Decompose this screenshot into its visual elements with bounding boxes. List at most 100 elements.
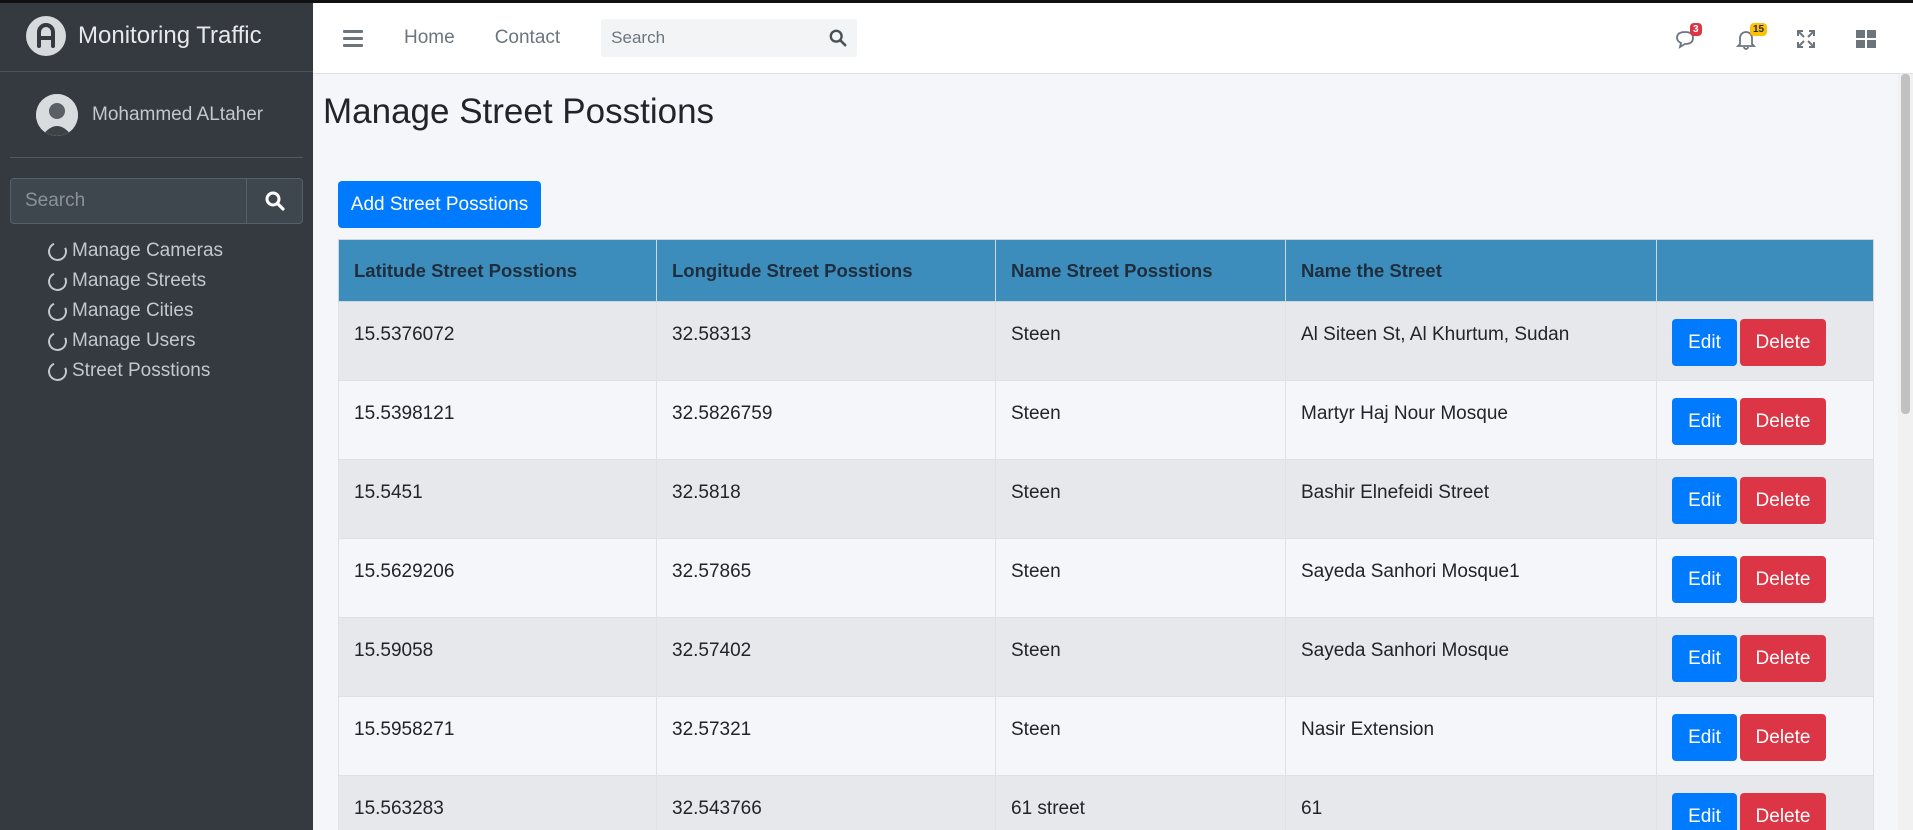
posstion-name-cell: Steen — [995, 696, 1286, 776]
posstion-name-cell: Steen — [995, 301, 1286, 381]
messages-badge: 3 — [1690, 23, 1702, 36]
actions-cell: Edit Delete — [1656, 301, 1874, 381]
actions-cell: Edit Delete — [1656, 380, 1874, 460]
sidebar-search-button[interactable] — [246, 179, 302, 223]
circle-icon — [45, 238, 70, 264]
user-panel[interactable]: Mohammed ALtaher — [10, 72, 303, 158]
scrollbar-thumb[interactable] — [1901, 74, 1910, 414]
top-navbar: Home Contact Search 3 15 — [313, 3, 1913, 74]
latitude-cell: 15.5398121 — [338, 380, 657, 460]
edit-button[interactable]: Edit — [1672, 477, 1737, 524]
control-sidebar-button[interactable] — [1836, 3, 1896, 74]
sidebar-item-manage-cities[interactable]: Manage Cities — [45, 296, 313, 326]
column-header-latitude: Latitude Street Posstions — [338, 239, 657, 302]
edit-button[interactable]: Edit — [1672, 635, 1737, 682]
messages-button[interactable]: 3 — [1656, 3, 1716, 74]
sidebar-item-label: Manage Streets — [72, 270, 207, 291]
street-name-cell: Al Siteen St, Al Khurtum, Sudan — [1285, 301, 1657, 381]
search-icon — [265, 191, 285, 211]
table-row: 15.5398121 32.5826759 Steen Martyr Haj Nour… — [338, 380, 1874, 460]
longitude-cell: 32.58313 — [656, 301, 996, 381]
notifications-badge: 15 — [1750, 23, 1768, 36]
longitude-cell: 32.543766 — [656, 775, 996, 830]
expand-icon — [1797, 29, 1815, 48]
add-street-posstions-button[interactable]: Add Street Posstions — [338, 181, 541, 228]
sidebar-item-label: Manage Cities — [72, 300, 194, 321]
column-header-actions — [1656, 239, 1874, 302]
table-row: 15.5451 32.5818 Steen Bashir Elnefeidi Stre… — [338, 459, 1874, 539]
posstion-name-cell: 61 street — [995, 775, 1286, 830]
table-row: 15.5958271 32.57321 Steen Nasir Extension Ed… — [338, 696, 1874, 776]
latitude-cell: 15.5451 — [338, 459, 657, 539]
sidebar-menu: Manage Cameras Manage Streets Manage Cit… — [0, 236, 313, 386]
edit-button[interactable]: Edit — [1672, 398, 1737, 445]
actions-cell: Edit Delete — [1656, 459, 1874, 539]
street-name-cell: Bashir Elnefeidi Street — [1285, 459, 1657, 539]
latitude-cell: 15.5376072 — [338, 301, 657, 381]
actions-cell: Edit Delete — [1656, 538, 1874, 618]
sidebar: Monitoring Traffic Mohammed ALtaher Sear… — [0, 0, 313, 830]
longitude-cell: 32.57865 — [656, 538, 996, 618]
longitude-cell: 32.5818 — [656, 459, 996, 539]
app-title: Monitoring Traffic — [78, 21, 262, 49]
delete-button[interactable]: Delete — [1740, 556, 1826, 603]
notifications-button[interactable]: 15 — [1716, 3, 1776, 74]
latitude-cell: 15.59058 — [338, 617, 657, 697]
table-row: 15.59058 32.57402 Steen Sayeda Sanhori Mosq… — [338, 617, 1874, 697]
posstion-name-cell: Steen — [995, 459, 1286, 539]
actions-cell: Edit Delete — [1656, 775, 1874, 830]
search-icon[interactable] — [829, 29, 847, 47]
edit-button[interactable]: Edit — [1672, 793, 1737, 830]
latitude-cell: 15.5958271 — [338, 696, 657, 776]
street-name-cell: Nasir Extension — [1285, 696, 1657, 776]
street-name-cell: Sayeda Sanhori Mosque1 — [1285, 538, 1657, 618]
edit-button[interactable]: Edit — [1672, 714, 1737, 761]
column-header-name-posstion: Name Street Posstions — [995, 239, 1286, 302]
actions-cell: Edit Delete — [1656, 696, 1874, 776]
sidebar-item-manage-cameras[interactable]: Manage Cameras — [45, 236, 313, 266]
nav-home-link[interactable]: Home — [404, 27, 455, 49]
table-row: 15.563283 32.543766 61 street 61 Edit Delete — [338, 775, 1874, 830]
delete-button[interactable]: Delete — [1740, 714, 1826, 761]
circle-icon — [45, 268, 70, 294]
delete-button[interactable]: Delete — [1740, 398, 1826, 445]
actions-cell: Edit Delete — [1656, 617, 1874, 697]
circle-icon — [45, 328, 70, 354]
avatar — [36, 93, 78, 136]
navbar-search-input[interactable]: Search — [611, 28, 665, 48]
street-name-cell: Martyr Haj Nour Mosque — [1285, 380, 1657, 460]
sidebar-item-manage-streets[interactable]: Manage Streets — [45, 266, 313, 296]
page-title: Manage Street Posstions — [323, 92, 715, 131]
column-header-longitude: Longitude Street Posstions — [656, 239, 996, 302]
sidebar-item-label: Street Posstions — [72, 360, 211, 381]
street-name-cell: 61 — [1285, 775, 1657, 830]
nav-contact-link[interactable]: Contact — [495, 27, 560, 49]
street-name-cell: Sayeda Sanhori Mosque — [1285, 617, 1657, 697]
column-header-street-name: Name the Street — [1285, 239, 1657, 302]
circle-icon — [45, 358, 70, 384]
menu-toggle-icon[interactable] — [343, 29, 363, 47]
delete-button[interactable]: Delete — [1740, 319, 1826, 366]
sidebar-search: Search — [10, 178, 303, 224]
edit-button[interactable]: Edit — [1672, 556, 1737, 603]
scrollbar[interactable] — [1898, 74, 1913, 830]
circle-icon — [45, 298, 70, 324]
sidebar-search-input[interactable]: Search — [11, 179, 246, 223]
posstion-name-cell: Steen — [995, 538, 1286, 618]
edit-button[interactable]: Edit — [1672, 319, 1737, 366]
navbar-right: 3 15 — [1656, 3, 1913, 74]
sidebar-item-label: Manage Cameras — [72, 240, 224, 261]
top-border — [0, 0, 1913, 3]
sidebar-item-manage-users[interactable]: Manage Users — [45, 326, 313, 356]
posstion-name-cell: Steen — [995, 380, 1286, 460]
fullscreen-button[interactable] — [1776, 3, 1836, 74]
brand-logo-icon — [26, 15, 66, 56]
grid-icon — [1856, 29, 1876, 48]
delete-button[interactable]: Delete — [1740, 477, 1826, 524]
user-name: Mohammed ALtaher — [92, 103, 264, 125]
brand-link[interactable]: Monitoring Traffic — [0, 0, 313, 72]
delete-button[interactable]: Delete — [1740, 635, 1826, 682]
navbar-search[interactable]: Search — [601, 19, 858, 57]
delete-button[interactable]: Delete — [1740, 793, 1826, 830]
sidebar-item-street-posstions[interactable]: Street Posstions — [45, 356, 313, 386]
